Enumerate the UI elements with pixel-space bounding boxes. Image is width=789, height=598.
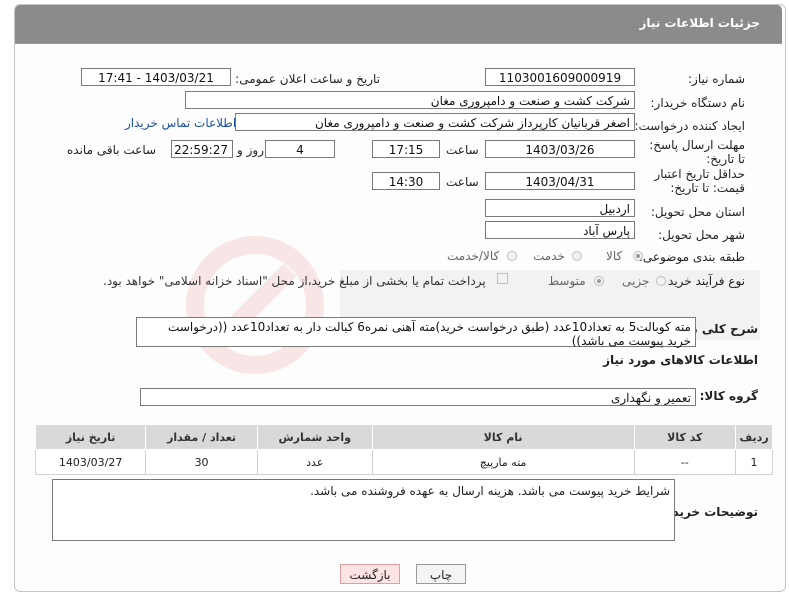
cell-need-date: 1403/03/27 — [34, 449, 147, 475]
col-need-date: تاریخ نیاز — [34, 424, 147, 450]
col-item-code: کد کالا — [633, 424, 737, 450]
table-row: 1 -- مته مارپیچ عدد 30 1403/03/27 — [34, 449, 773, 475]
price-validity-time-field: 14:30 — [372, 172, 440, 190]
goods-group-label: گروه کالا: — [699, 389, 758, 403]
cell-item-name: مته مارپیچ — [371, 449, 635, 475]
reply-deadline-label: مهلت ارسال پاسخ: تا تاریخ: — [649, 138, 745, 166]
reply-date-field: 1403/03/26 — [485, 140, 635, 158]
city-field: پارس آباد — [485, 221, 635, 239]
price-validity-time-label: ساعت — [446, 175, 479, 189]
print-button[interactable]: چاپ — [416, 564, 466, 584]
category-option-goods-service: کالا/خدمت — [447, 249, 500, 263]
back-button[interactable]: بازگشت — [340, 564, 400, 584]
goods-group-field: تعمیر و نگهداری — [140, 388, 696, 406]
cell-unit: عدد — [256, 449, 373, 475]
category-option-goods: کالا — [606, 249, 623, 263]
buyer-org-label: نام دستگاه خریدار: — [650, 96, 746, 110]
price-validity-date-field: 1403/04/31 — [485, 172, 635, 190]
need-number-field: 1103001609000919 — [485, 68, 635, 86]
remaining-time-field: 22:59:27 — [171, 140, 233, 158]
reply-time-field: 17:15 — [372, 140, 440, 158]
category-label: طبقه بندی موضوعی: — [638, 250, 745, 264]
treasury-payment-note: پرداخت تمام یا بخشی از مبلغ خرید،از محل … — [103, 274, 486, 288]
page-title: جزئیات اطلاعات نیاز — [639, 16, 760, 30]
announce-date-field: 1403/03/21 - 17:41 — [81, 68, 231, 86]
col-row-number: ردیف — [735, 424, 773, 450]
cell-quantity: 30 — [145, 449, 258, 475]
process-radio-medium[interactable] — [594, 276, 604, 286]
col-unit: واحد شمارش — [256, 424, 373, 450]
remaining-time-label: ساعت باقی مانده — [67, 143, 157, 157]
buyer-notes-field: شرایط خرید پیوست می باشد. هزینه ارسال به… — [52, 479, 675, 541]
category-radio-goods-service[interactable] — [507, 251, 517, 261]
process-option-medium: متوسط — [548, 274, 586, 288]
process-type-label: نوع فرآیند خرید : — [660, 274, 745, 288]
buyer-org-field: شرکت کشت و صنعت و دامپروری مغان — [185, 91, 635, 109]
price-validity-label: حداقل تاریخ اعتبار قیمت: تا تاریخ: — [654, 167, 745, 195]
category-radio-goods[interactable] — [633, 251, 643, 261]
cell-row-number: 1 — [735, 449, 773, 475]
panel-header: جزئیات اطلاعات نیاز — [15, 5, 782, 44]
process-option-minor: جزیی — [622, 274, 650, 288]
col-quantity: تعداد / مقدار — [145, 424, 258, 450]
description-field: مته کوبالت5 به تعداد10عدد (طبق درخواست خ… — [136, 317, 696, 348]
province-label: استان محل تحویل: — [650, 205, 745, 219]
city-label: شهر محل تحویل: — [658, 228, 745, 242]
col-item-name: نام کالا — [371, 424, 635, 450]
category-option-service: خدمت — [533, 249, 565, 263]
days-field: 4 — [265, 140, 335, 158]
province-field: اردبیل — [485, 199, 635, 217]
process-radio-minor[interactable] — [656, 276, 666, 286]
treasury-payment-checkbox[interactable] — [497, 273, 508, 284]
days-label: روز و — [237, 143, 264, 157]
reply-time-label: ساعت — [446, 143, 479, 157]
category-radio-service[interactable] — [572, 251, 582, 261]
requester-label: ایجاد کننده درخواست: — [634, 119, 745, 133]
goods-table: ردیف کد کالا نام کالا واحد شمارش تعداد /… — [34, 424, 773, 475]
requester-field: اصغر قربانیان کارپرداز شرکت کشت و صنعت و… — [235, 113, 635, 131]
goods-info-title: اطلاعات کالاهای مورد نیاز — [603, 353, 758, 367]
goods-table-header: ردیف کد کالا نام کالا واحد شمارش تعداد /… — [34, 424, 773, 450]
cell-item-code: -- — [633, 449, 737, 475]
announce-date-label: تاریخ و ساعت اعلان عمومی: — [235, 72, 380, 86]
buyer-contact-link[interactable]: اطلاعات تماس خریدار — [125, 116, 236, 130]
need-number-label: شماره نیاز: — [688, 72, 745, 86]
